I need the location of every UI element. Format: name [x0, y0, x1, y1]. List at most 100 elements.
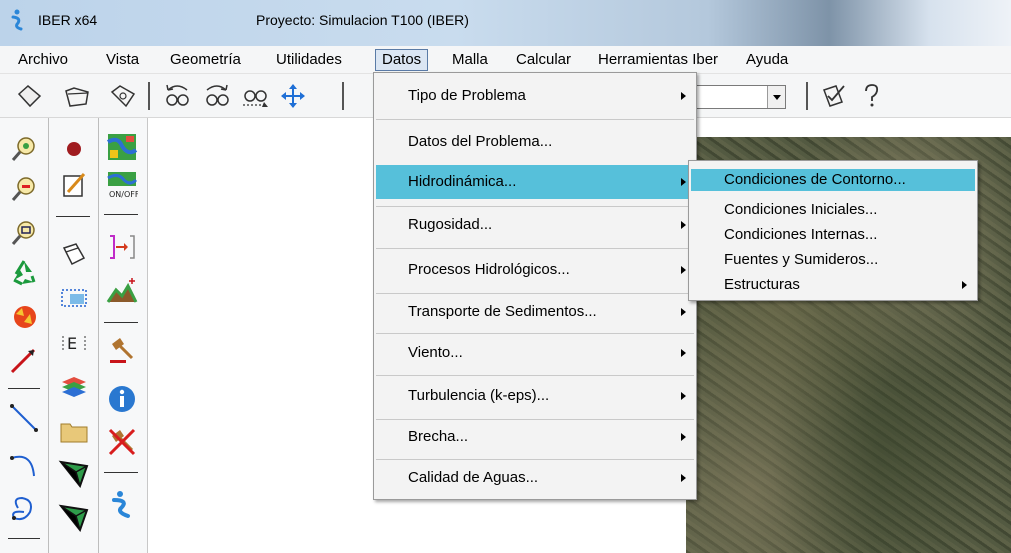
- map-toggle-on-off-icon[interactable]: ON/OFF: [106, 170, 138, 200]
- palette-column-divider: [48, 118, 49, 553]
- submenu-arrow-icon: [681, 474, 686, 482]
- measure-line-icon[interactable]: [8, 344, 40, 374]
- menu-item-datos-del-problema[interactable]: Datos del Problema...: [376, 125, 694, 159]
- menu-item-condiciones-internas[interactable]: Condiciones Internas...: [691, 224, 975, 246]
- terrain-profile-icon[interactable]: [106, 276, 138, 306]
- menu-item-label: Viento...: [408, 344, 463, 361]
- menu-item-fuentes-y-sumideros[interactable]: Fuentes y Sumideros...: [691, 249, 975, 271]
- menu-item-hidrodinamica[interactable]: Hidrodinámica...: [376, 165, 694, 199]
- menu-item-calidad-de-aguas[interactable]: Calidad de Aguas...: [376, 461, 694, 495]
- layer-combo-box[interactable]: [694, 85, 786, 109]
- menu-item-label: Transporte de Sedimentos...: [408, 303, 597, 320]
- menu-malla[interactable]: Malla: [446, 49, 494, 71]
- menu-calcular[interactable]: Calcular: [510, 49, 577, 71]
- folder-icon[interactable]: [58, 416, 90, 446]
- palette-separator: [104, 214, 138, 215]
- svg-text:ON/OFF: ON/OFF: [109, 190, 138, 199]
- left-tool-palette: E ON/OFF: [0, 118, 148, 553]
- gavel-cancel-icon[interactable]: [106, 426, 138, 456]
- menu-item-label: Hidrodinámica...: [408, 173, 517, 190]
- menu-vista[interactable]: Vista: [100, 49, 145, 71]
- zoom-in-icon[interactable]: [8, 134, 40, 164]
- menu-geometria[interactable]: Geometría: [164, 49, 247, 71]
- palette-separator: [104, 322, 138, 323]
- submenu-arrow-icon: [681, 349, 686, 357]
- menu-item-label: Procesos Hidrológicos...: [408, 261, 570, 278]
- save-disk-icon[interactable]: [108, 82, 138, 110]
- submenu-arrow-icon: [681, 433, 686, 441]
- menu-bar: Archivo Vista Geometría Utilidades Datos…: [0, 46, 1011, 74]
- menu-archivo[interactable]: Archivo: [12, 49, 74, 71]
- menu-item-brecha[interactable]: Brecha...: [376, 420, 694, 454]
- iber-logo-icon[interactable]: [106, 490, 138, 520]
- menu-item-label: Tipo de Problema: [408, 87, 526, 104]
- iber-logo-icon: [11, 9, 23, 31]
- gavel-icon[interactable]: [106, 334, 138, 364]
- menu-separator: [376, 248, 694, 249]
- submenu-arrow-icon: [962, 281, 967, 289]
- assign-bracket-icon[interactable]: [106, 232, 138, 262]
- arc-tool-icon[interactable]: [8, 448, 40, 478]
- new-icon[interactable]: [14, 82, 44, 110]
- submenu-arrow-icon: [681, 266, 686, 274]
- toolbar-separator: [806, 82, 808, 110]
- menu-item-label: Estructuras: [724, 276, 800, 293]
- submenu-arrow-icon: [681, 221, 686, 229]
- pan-icon[interactable]: [278, 82, 308, 110]
- zoom-view-icon[interactable]: [240, 82, 270, 110]
- menu-separator: [376, 333, 694, 334]
- toolbar-separator: [148, 82, 150, 110]
- info-icon[interactable]: [106, 384, 138, 414]
- rotate-left-icon[interactable]: [162, 82, 192, 110]
- menu-item-estructuras[interactable]: Estructuras: [691, 274, 975, 296]
- menu-item-label: Brecha...: [408, 428, 469, 445]
- hidrodinamica-submenu: Condiciones de Contorno... Condiciones I…: [688, 160, 978, 301]
- menu-herramientas-iber[interactable]: Herramientas Iber: [592, 49, 724, 71]
- datos-menu: Tipo de Problema Datos del Problema... H…: [373, 72, 697, 500]
- render-sphere-icon[interactable]: [8, 302, 40, 332]
- menu-item-rugosidad[interactable]: Rugosidad...: [376, 208, 694, 242]
- edit-notepad-icon[interactable]: [58, 170, 90, 200]
- spline-tool-icon[interactable]: [8, 494, 40, 524]
- menu-item-label: Turbulencia (k-eps)...: [408, 387, 550, 404]
- zoom-frame-icon[interactable]: [8, 218, 40, 248]
- palette-separator: [56, 216, 90, 217]
- line-tool-icon[interactable]: [8, 402, 40, 432]
- menu-item-turbulencia[interactable]: Turbulencia (k-eps)...: [376, 379, 694, 413]
- menu-separator: [376, 206, 694, 207]
- open-folder-icon[interactable]: [62, 82, 92, 110]
- eraser-icon[interactable]: [58, 240, 90, 270]
- redraw-recycle-icon[interactable]: [8, 258, 40, 288]
- menu-item-procesos-hidrologicos[interactable]: Procesos Hidrológicos...: [376, 253, 694, 287]
- submenu-arrow-icon: [681, 308, 686, 316]
- chevron-down-icon[interactable]: [767, 86, 785, 108]
- palette-separator: [8, 388, 40, 389]
- menu-item-viento[interactable]: Viento...: [376, 336, 694, 370]
- menu-item-tipo-de-problema[interactable]: Tipo de Problema: [376, 79, 694, 113]
- menu-separator: [376, 459, 694, 460]
- terrain-map-icon[interactable]: [106, 132, 138, 162]
- menu-item-condiciones-iniciales[interactable]: Condiciones Iniciales...: [691, 199, 975, 221]
- menu-item-transporte-de-sedimentos[interactable]: Transporte de Sedimentos...: [376, 295, 694, 329]
- palette-separator: [8, 538, 40, 539]
- menu-ayuda[interactable]: Ayuda: [740, 49, 794, 71]
- layers-stack-icon[interactable]: [58, 372, 90, 402]
- help-question-icon[interactable]: [856, 82, 886, 110]
- window-select-icon[interactable]: [58, 282, 90, 312]
- record-dot-icon[interactable]: [58, 134, 90, 164]
- project-title: Proyecto: Simulacion T100 (IBER): [256, 12, 469, 28]
- menu-item-label: Rugosidad...: [408, 216, 493, 233]
- mesh-triangle-icon[interactable]: [58, 502, 90, 532]
- rotate-right-icon[interactable]: [202, 82, 232, 110]
- palette-separator: [104, 472, 138, 473]
- menu-datos[interactable]: Datos: [375, 49, 429, 71]
- checklist-icon[interactable]: [818, 82, 848, 110]
- entity-label-icon[interactable]: E: [58, 328, 90, 358]
- zoom-out-icon[interactable]: [8, 174, 40, 204]
- toolbar-separator: [342, 82, 344, 110]
- menu-utilidades[interactable]: Utilidades: [270, 49, 348, 71]
- menu-item-label: Datos del Problema...: [408, 133, 553, 150]
- mesh-triangle-icon[interactable]: [58, 458, 90, 488]
- menu-separator: [376, 293, 694, 294]
- menu-item-condiciones-de-contorno[interactable]: Condiciones de Contorno...: [691, 169, 975, 191]
